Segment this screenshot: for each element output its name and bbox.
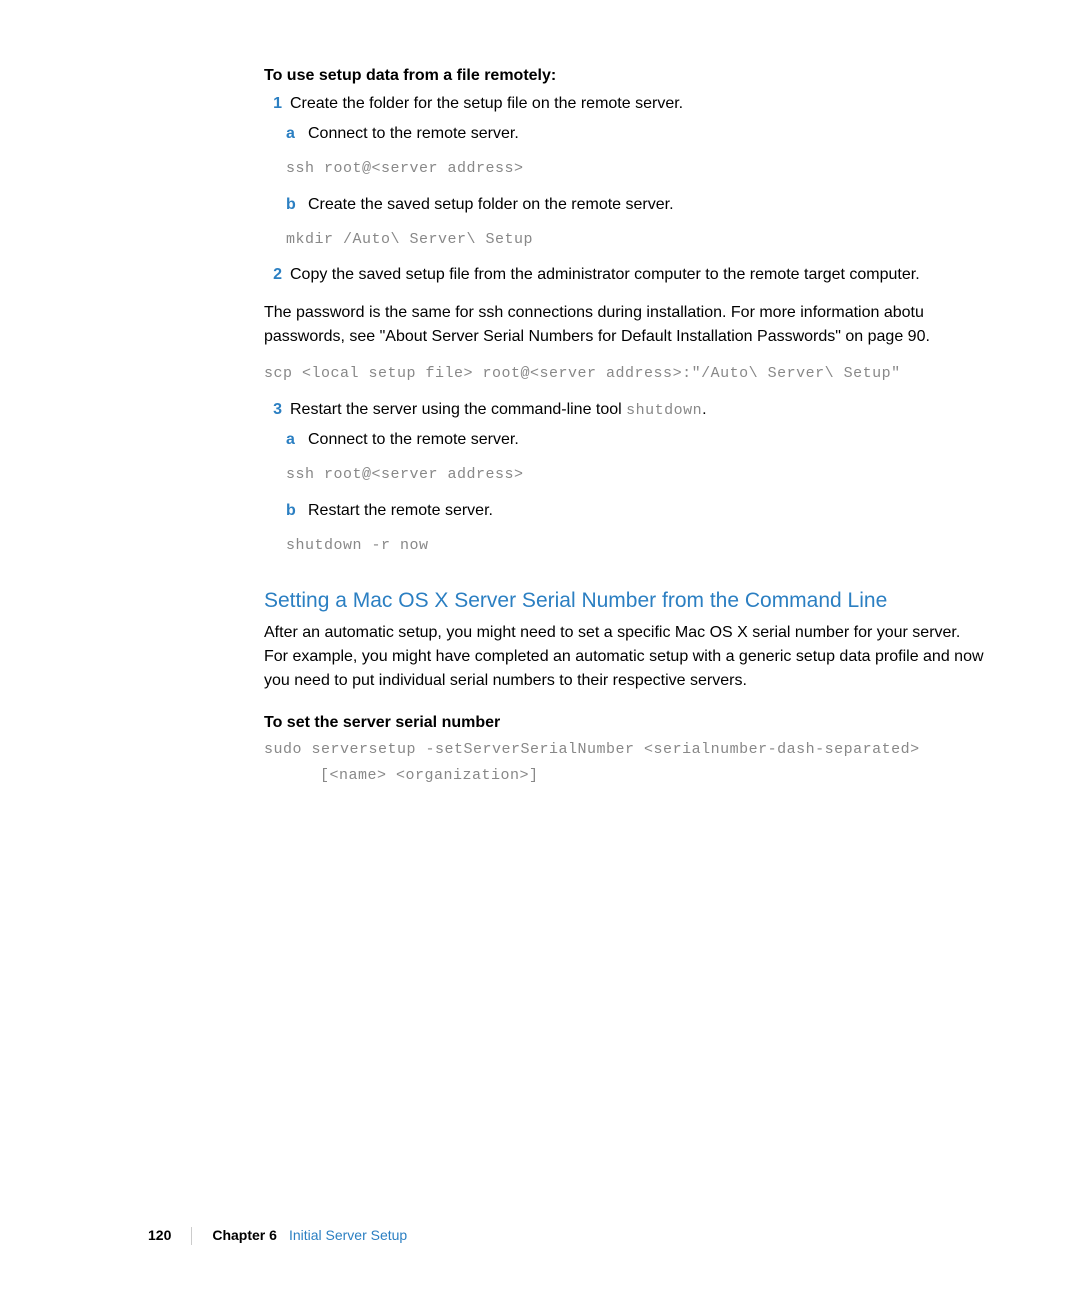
substep-1a-text: Connect to the remote server. [308,122,984,146]
code-inline-shutdown: shutdown [626,402,702,419]
substep-1b-text: Create the saved setup folder on the rem… [308,193,984,217]
chapter-title: Initial Server Setup [289,1225,407,1246]
code-ssh-2: ssh root@<server address> [286,464,984,487]
code-mkdir: mkdir /Auto\ Server\ Setup [286,229,984,252]
serial-section-paragraph: After an automatic setup, you might need… [264,621,984,693]
substep-3a-text: Connect to the remote server. [308,428,984,452]
substep-3a-letter: a [286,428,300,452]
step-number-1: 1 [264,92,282,116]
code-shutdown: shutdown -r now [286,535,984,558]
step-1-text: Create the folder for the setup file on … [290,92,984,116]
heading-remote-setup: To use setup data from a file remotely: [264,64,984,88]
substep-3b-letter: b [286,499,300,523]
substep-1b-letter: b [286,193,300,217]
footer-divider [191,1227,192,1245]
heading-serial-section: Setting a Mac OS X Server Serial Number … [264,585,984,617]
code-serversetup-line2: [<name> <organization>] [320,765,984,788]
code-serversetup-line1: sudo serversetup -setServerSerialNumber … [264,739,984,762]
step-3-text-after: . [702,401,706,418]
heading-serial-subheading: To set the server serial number [264,711,984,735]
step-number-2: 2 [264,263,282,287]
step-3-text: Restart the server using the command-lin… [290,398,984,423]
step-number-3: 3 [264,398,282,423]
step-3-text-before: Restart the server using the command-lin… [290,401,626,418]
page-footer: 120 Chapter 6 Initial Server Setup [148,1225,407,1246]
step-2-paragraph: The password is the same for ssh connect… [264,301,984,349]
chapter-label: Chapter 6 [212,1225,277,1246]
page-number: 120 [148,1225,171,1246]
substep-3b-text: Restart the remote server. [308,499,984,523]
code-ssh-1: ssh root@<server address> [286,158,984,181]
step-2-text: Copy the saved setup file from the admin… [290,263,984,287]
code-scp: scp <local setup file> root@<server addr… [264,363,984,386]
substep-1a-letter: a [286,122,300,146]
